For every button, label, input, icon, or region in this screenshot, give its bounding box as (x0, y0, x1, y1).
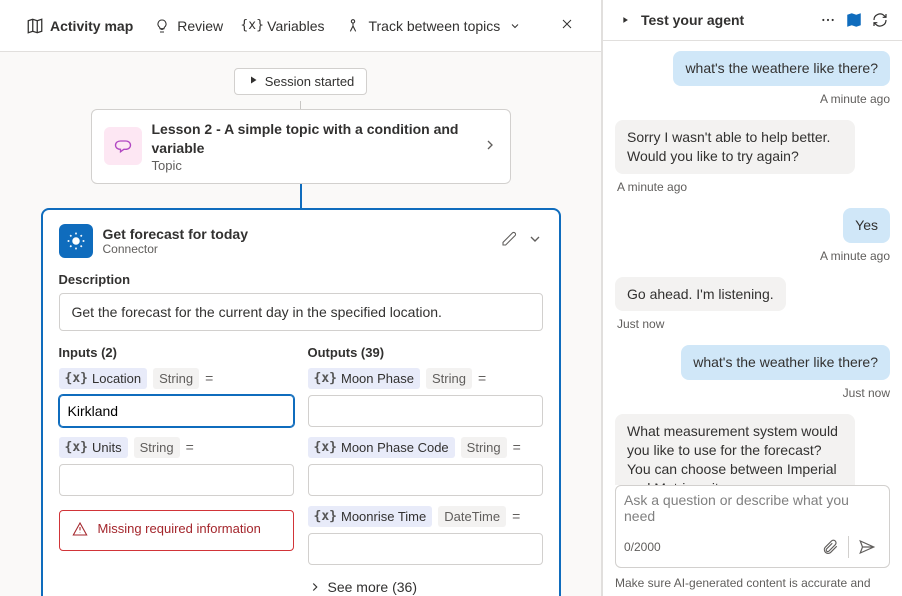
equals-icon: = (512, 508, 520, 524)
tab-activity-map[interactable]: Activity map (16, 11, 143, 41)
output-row: {x} Moonrise Time DateTime = (308, 506, 543, 527)
composer: 0/2000 (615, 485, 890, 568)
output-type: String (461, 437, 507, 458)
output-name: Moonrise Time (341, 509, 426, 524)
footer-note: Make sure AI-generated content is accura… (603, 576, 902, 596)
chevron-right-icon (482, 137, 498, 156)
description-box: Get the forecast for the current day in … (59, 293, 543, 331)
activity-map-panel: Activity map Review {x} Variables Track … (0, 0, 602, 596)
variable-icon: {x} (314, 440, 337, 455)
output-row: {x} Moon Phase Code String = (308, 437, 543, 458)
session-label: Session started (265, 74, 355, 89)
variable-icon: {x} (314, 509, 337, 524)
equals-icon: = (205, 370, 213, 386)
chat-message-user: Yes (843, 208, 890, 243)
output-value[interactable] (308, 533, 543, 565)
output-value[interactable] (308, 395, 543, 427)
attach-icon[interactable] (816, 533, 844, 561)
output-type: String (426, 368, 472, 389)
see-more-label: See more (36) (328, 579, 417, 595)
collapse-icon[interactable] (615, 10, 635, 30)
input-row: {x} Units String = (59, 437, 294, 458)
input-name: Location (92, 371, 141, 386)
connector-title: Get forecast for today (103, 226, 248, 242)
play-icon (247, 74, 259, 89)
variable-icon: {x} (65, 440, 88, 455)
chat-message-bot: Go ahead. I'm listening. (615, 277, 786, 312)
connector-node[interactable]: Get forecast for today Connector Descrip… (41, 208, 561, 596)
output-type: DateTime (438, 506, 506, 527)
topic-title: Lesson 2 - A simple topic with a conditi… (152, 120, 472, 158)
inputs-column: Inputs (2) {x} Location String = {x} Units… (59, 345, 294, 595)
topic-subtitle: Topic (152, 158, 472, 173)
chat-message-user: what's the weathere like there? (673, 51, 890, 86)
variables-icon: {x} (243, 17, 261, 35)
variable-icon: {x} (65, 371, 88, 386)
connector-line (300, 184, 302, 208)
timestamp: Just now (843, 386, 890, 400)
output-row: {x} Moon Phase String = (308, 368, 543, 389)
output-name: Moon Phase Code (341, 440, 449, 455)
message-input[interactable] (624, 492, 881, 530)
timestamp: A minute ago (820, 249, 890, 263)
tab-label: Track between topics (368, 18, 500, 34)
warning-icon (72, 521, 88, 540)
map-icon[interactable] (844, 10, 864, 30)
char-counter: 0/2000 (624, 540, 661, 554)
timestamp: A minute ago (617, 180, 687, 194)
tab-label: Variables (267, 18, 324, 34)
timestamp: Just now (617, 317, 664, 331)
chevron-down-icon[interactable] (527, 231, 543, 250)
chat-message-bot: Sorry I wasn't able to help better. Woul… (615, 120, 855, 174)
send-icon[interactable] (853, 533, 881, 561)
see-more-button[interactable]: See more (36) (308, 579, 543, 595)
topic-icon (104, 127, 142, 165)
output-value[interactable] (308, 464, 543, 496)
input-value-units[interactable] (59, 464, 294, 496)
outputs-label: Outputs (39) (308, 345, 543, 360)
more-icon[interactable] (818, 10, 838, 30)
input-name: Units (92, 440, 122, 455)
toolbar: Activity map Review {x} Variables Track … (0, 0, 601, 52)
equals-icon: = (478, 370, 486, 386)
description-label: Description (59, 272, 543, 287)
input-value-location[interactable] (59, 395, 294, 427)
tab-review[interactable]: Review (143, 11, 233, 41)
test-panel-title: Test your agent (641, 12, 812, 28)
equals-icon: = (513, 439, 521, 455)
topic-node[interactable]: Lesson 2 - A simple topic with a conditi… (91, 109, 511, 184)
map-icon (26, 17, 44, 35)
chat-log[interactable]: what's the weathere like there? A minute… (603, 41, 902, 485)
chat-message-user: what's the weather like there? (681, 345, 890, 380)
weather-icon (59, 224, 93, 258)
variable-icon: {x} (314, 371, 337, 386)
test-panel-header: Test your agent (603, 0, 902, 41)
tab-label: Activity map (50, 18, 133, 34)
tab-track-between-topics[interactable]: Track between topics (334, 11, 534, 41)
refresh-icon[interactable] (870, 10, 890, 30)
track-icon (344, 17, 362, 35)
outputs-column: Outputs (39) {x} Moon Phase String = {x} M… (308, 345, 543, 595)
lightbulb-icon (153, 17, 171, 35)
output-name: Moon Phase (341, 371, 414, 386)
tab-label: Review (177, 18, 223, 34)
tab-variables[interactable]: {x} Variables (233, 11, 334, 41)
chat-message-bot: What measurement system would you like t… (615, 414, 855, 485)
chevron-down-icon (506, 17, 524, 35)
connector-subtitle: Connector (103, 242, 248, 256)
canvas[interactable]: Session started Lesson 2 - A simple topi… (0, 52, 601, 596)
equals-icon: = (186, 439, 194, 455)
input-type: String (153, 368, 199, 389)
connector-line (300, 101, 301, 109)
test-panel: Test your agent what's the weathere like… (602, 0, 902, 596)
input-type: String (134, 437, 180, 458)
inputs-label: Inputs (2) (59, 345, 294, 360)
error-box: Missing required information (59, 510, 294, 551)
error-text: Missing required information (98, 521, 261, 536)
edit-icon[interactable] (501, 231, 517, 250)
close-button[interactable] (549, 10, 585, 41)
input-row: {x} Location String = (59, 368, 294, 389)
timestamp: A minute ago (820, 92, 890, 106)
session-started-node[interactable]: Session started (234, 68, 368, 95)
